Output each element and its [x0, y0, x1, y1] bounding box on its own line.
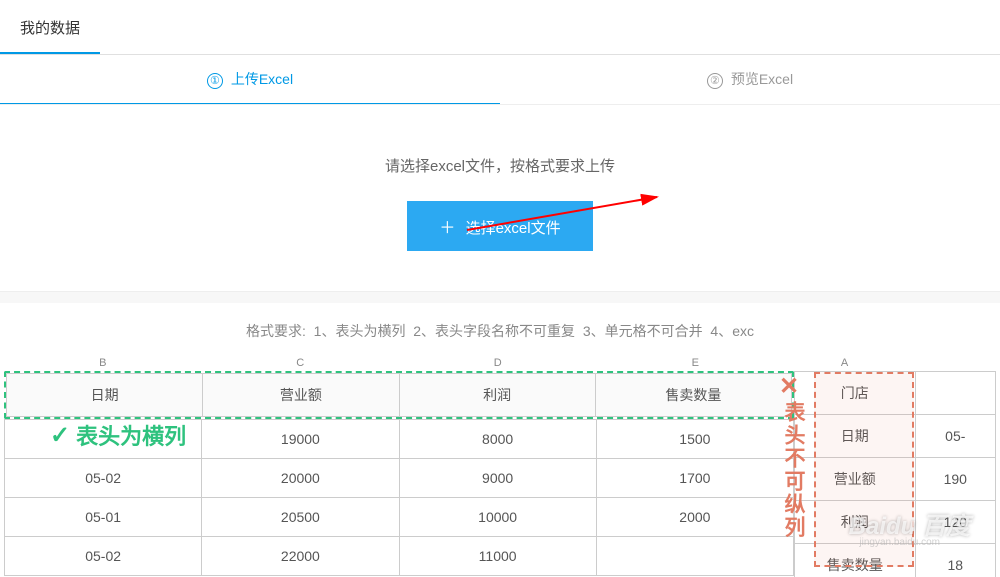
format-rule-3: 3、单元格不可合并 — [583, 323, 703, 339]
col-letter: E — [597, 357, 795, 369]
upload-hint: 请选择excel文件，按格式要求上传 — [0, 155, 1000, 176]
main-tabs: 我的数据 — [0, 3, 1000, 55]
table-row: 日期05- — [795, 415, 996, 458]
select-file-button[interactable]: ＋ 选择excel文件 — [407, 201, 592, 251]
table-row: 05-0120500100002000 — [5, 498, 794, 537]
x-icon: ✕ — [779, 372, 801, 401]
watermark-sub: jingyan.baidu.com — [859, 537, 940, 548]
col-letters: A — [794, 357, 996, 371]
step-1-label: 上传Excel — [231, 71, 293, 87]
col-letter — [895, 357, 996, 369]
check-icon: ✓ — [50, 421, 70, 450]
col-letter: C — [202, 357, 400, 369]
format-requirements: 格式要求: 1、表头为横列 2、表头字段名称不可重复 3、单元格不可合并 4、e… — [0, 303, 1000, 357]
step-preview[interactable]: ② 预览Excel — [500, 55, 1000, 104]
step-bar: ① 上传Excel ② 预览Excel — [0, 55, 1000, 105]
step-2-label: 预览Excel — [731, 71, 793, 87]
good-table-header: 日期 营业额 利润 售卖数量 — [6, 373, 792, 417]
th-qty: 售卖数量 — [595, 374, 791, 417]
watermark: Baidu 百度 — [849, 506, 970, 541]
format-rule-1: 1、表头为横列 — [314, 323, 406, 339]
bad-badge: ✕ 表头不可纵列 — [778, 372, 808, 539]
col-letter: D — [399, 357, 597, 369]
example-tables: B C D E 日期 营业额 利润 售卖数量 1900080001500 — [0, 357, 1000, 577]
col-letter: A — [794, 357, 895, 369]
format-prefix: 格式要求: — [246, 323, 306, 339]
col-letter: B — [4, 357, 202, 369]
good-example-table: B C D E 日期 营业额 利润 售卖数量 1900080001500 — [4, 357, 794, 577]
th-revenue: 营业额 — [203, 374, 399, 417]
table-row: 售卖数量18 — [795, 544, 996, 577]
table-row: 05-022200011000 — [5, 537, 794, 576]
table-row: 05-022000090001700 — [5, 459, 794, 498]
divider — [0, 291, 1000, 303]
step-upload[interactable]: ① 上传Excel — [0, 55, 500, 104]
upload-area: 请选择excel文件，按格式要求上传 ＋ 选择excel文件 — [0, 105, 1000, 291]
good-badge-text: 表头为横列 — [76, 419, 186, 451]
table-row: 门店 — [795, 372, 996, 415]
plus-icon: ＋ — [439, 220, 455, 237]
bad-badge-text: 表头不可纵列 — [778, 401, 808, 539]
step-1-num-icon: ① — [207, 73, 223, 89]
th-profit: 利润 — [399, 374, 595, 417]
format-rule-2: 2、表头字段名称不可重复 — [413, 323, 575, 339]
format-rule-4: 4、exc — [710, 323, 754, 339]
table-row: 营业额190 — [795, 458, 996, 501]
step-2-num-icon: ② — [707, 73, 723, 89]
select-file-label: 选择excel文件 — [466, 220, 561, 237]
tab-my-data[interactable]: 我的数据 — [0, 3, 100, 54]
col-letters: B C D E — [4, 357, 794, 371]
good-badge: ✓ 表头为横列 — [50, 419, 186, 451]
th-date: 日期 — [7, 374, 203, 417]
